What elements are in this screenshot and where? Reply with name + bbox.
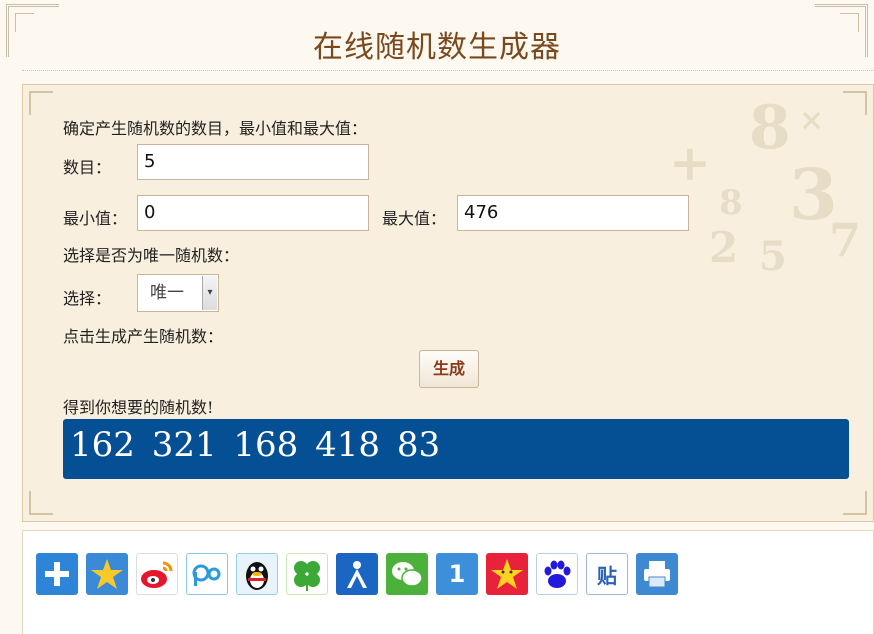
- share-icons: 1 贴: [36, 553, 678, 595]
- max-input[interactable]: 476: [457, 195, 689, 231]
- panel-corner-br: [843, 491, 867, 515]
- print-icon[interactable]: [636, 553, 678, 595]
- weibo-icon[interactable]: [136, 553, 178, 595]
- plus-share-icon[interactable]: [36, 553, 78, 595]
- title-divider: [22, 70, 874, 71]
- panel-corner-tr: [843, 91, 867, 115]
- result-label: 得到你想要的随机数!: [63, 398, 214, 417]
- tieba-icon[interactable]: 贴: [586, 553, 628, 595]
- count-input[interactable]: 5: [137, 144, 369, 180]
- unique-prompt: 选择是否为唯一随机数：: [63, 246, 240, 265]
- select-value: 唯一: [150, 283, 184, 303]
- result-numbers: 162 321 168 418 83: [70, 425, 441, 465]
- one-icon[interactable]: 1: [436, 553, 478, 595]
- chevron-down-icon[interactable]: ▾: [202, 276, 217, 310]
- result-box: 162 321 168 418 83: [63, 419, 849, 479]
- generate-button[interactable]: 生成: [419, 350, 479, 388]
- qq-icon[interactable]: [236, 553, 278, 595]
- min-input[interactable]: 0: [137, 195, 369, 231]
- unique-select[interactable]: 唯一 ▾: [137, 274, 219, 312]
- intro-text: 确定产生随机数的数目，最小值和最大值：: [63, 119, 368, 138]
- clover-icon[interactable]: [286, 553, 328, 595]
- baidu-icon[interactable]: [536, 553, 578, 595]
- star-icon[interactable]: [486, 553, 528, 595]
- wechat-icon[interactable]: [386, 553, 428, 595]
- min-label: 最小值：: [63, 209, 128, 228]
- panel-corner-bl: [29, 491, 53, 515]
- qzone-icon[interactable]: [86, 553, 128, 595]
- generator-panel: 8 3 + 8 7 2 5 × 确定产生随机数的数目，最小值和最大值： 数目： …: [22, 84, 874, 522]
- share-bar: 1 贴: [22, 530, 874, 634]
- max-label: 最大值：: [382, 209, 447, 228]
- renren-icon[interactable]: [336, 553, 378, 595]
- number-background-decoration: 8 3 + 8 7 2 5 ×: [669, 93, 862, 280]
- count-label: 数目：: [63, 158, 112, 177]
- panel-corner-tl: [29, 91, 53, 115]
- generate-prompt: 点击生成产生随机数：: [63, 327, 224, 346]
- pengyou-icon[interactable]: [186, 553, 228, 595]
- page-title: 在线随机数生成器: [313, 30, 561, 65]
- select-label: 选择：: [63, 289, 112, 308]
